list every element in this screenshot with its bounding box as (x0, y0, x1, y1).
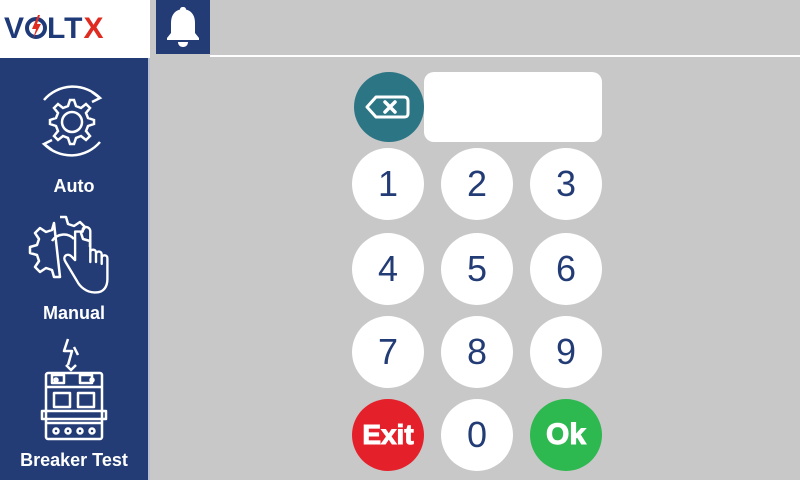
sidebar-item-label: Breaker Test (20, 450, 128, 470)
exit-button[interactable]: Exit (352, 399, 424, 471)
logo-area: V LTX (0, 0, 150, 58)
logo-letter-x: X (83, 12, 105, 45)
sidebar-item-label: Auto (53, 176, 95, 196)
key-2[interactable]: 2 (441, 148, 513, 220)
voltx-logo: V LTX (4, 12, 104, 46)
logo-bolt-icon (25, 15, 48, 39)
key-7[interactable]: 7 (352, 316, 424, 388)
key-1[interactable]: 1 (352, 148, 424, 220)
sidebar: Auto Manual Breaker Test (0, 58, 150, 480)
key-9[interactable]: 9 (530, 316, 602, 388)
circuit-breaker-icon (40, 338, 108, 441)
manual-gear-hand-icon (28, 215, 109, 294)
sidebar-item-manual[interactable]: Manual (0, 203, 148, 328)
key-8[interactable]: 8 (441, 316, 513, 388)
sidebar-item-auto[interactable]: Auto (0, 58, 148, 198)
notification-button[interactable] (156, 0, 210, 54)
sidebar-item-breaker-test[interactable]: Breaker Test (0, 333, 148, 480)
key-6[interactable]: 6 (530, 233, 602, 305)
key-0[interactable]: 0 (441, 399, 513, 471)
backspace-button[interactable] (354, 72, 424, 142)
bell-icon (167, 7, 199, 47)
header-divider (210, 55, 800, 57)
key-5[interactable]: 5 (441, 233, 513, 305)
backspace-icon (365, 95, 410, 119)
ok-button[interactable]: Ok (530, 399, 602, 471)
sidebar-item-label: Manual (42, 303, 105, 323)
logo-letter-v: V (4, 12, 26, 45)
auto-gear-cycle-icon (41, 85, 103, 157)
key-4[interactable]: 4 (352, 233, 424, 305)
key-3[interactable]: 3 (530, 148, 602, 220)
logo-letters-lt: LT (47, 12, 84, 45)
pin-display-field[interactable] (424, 72, 602, 142)
